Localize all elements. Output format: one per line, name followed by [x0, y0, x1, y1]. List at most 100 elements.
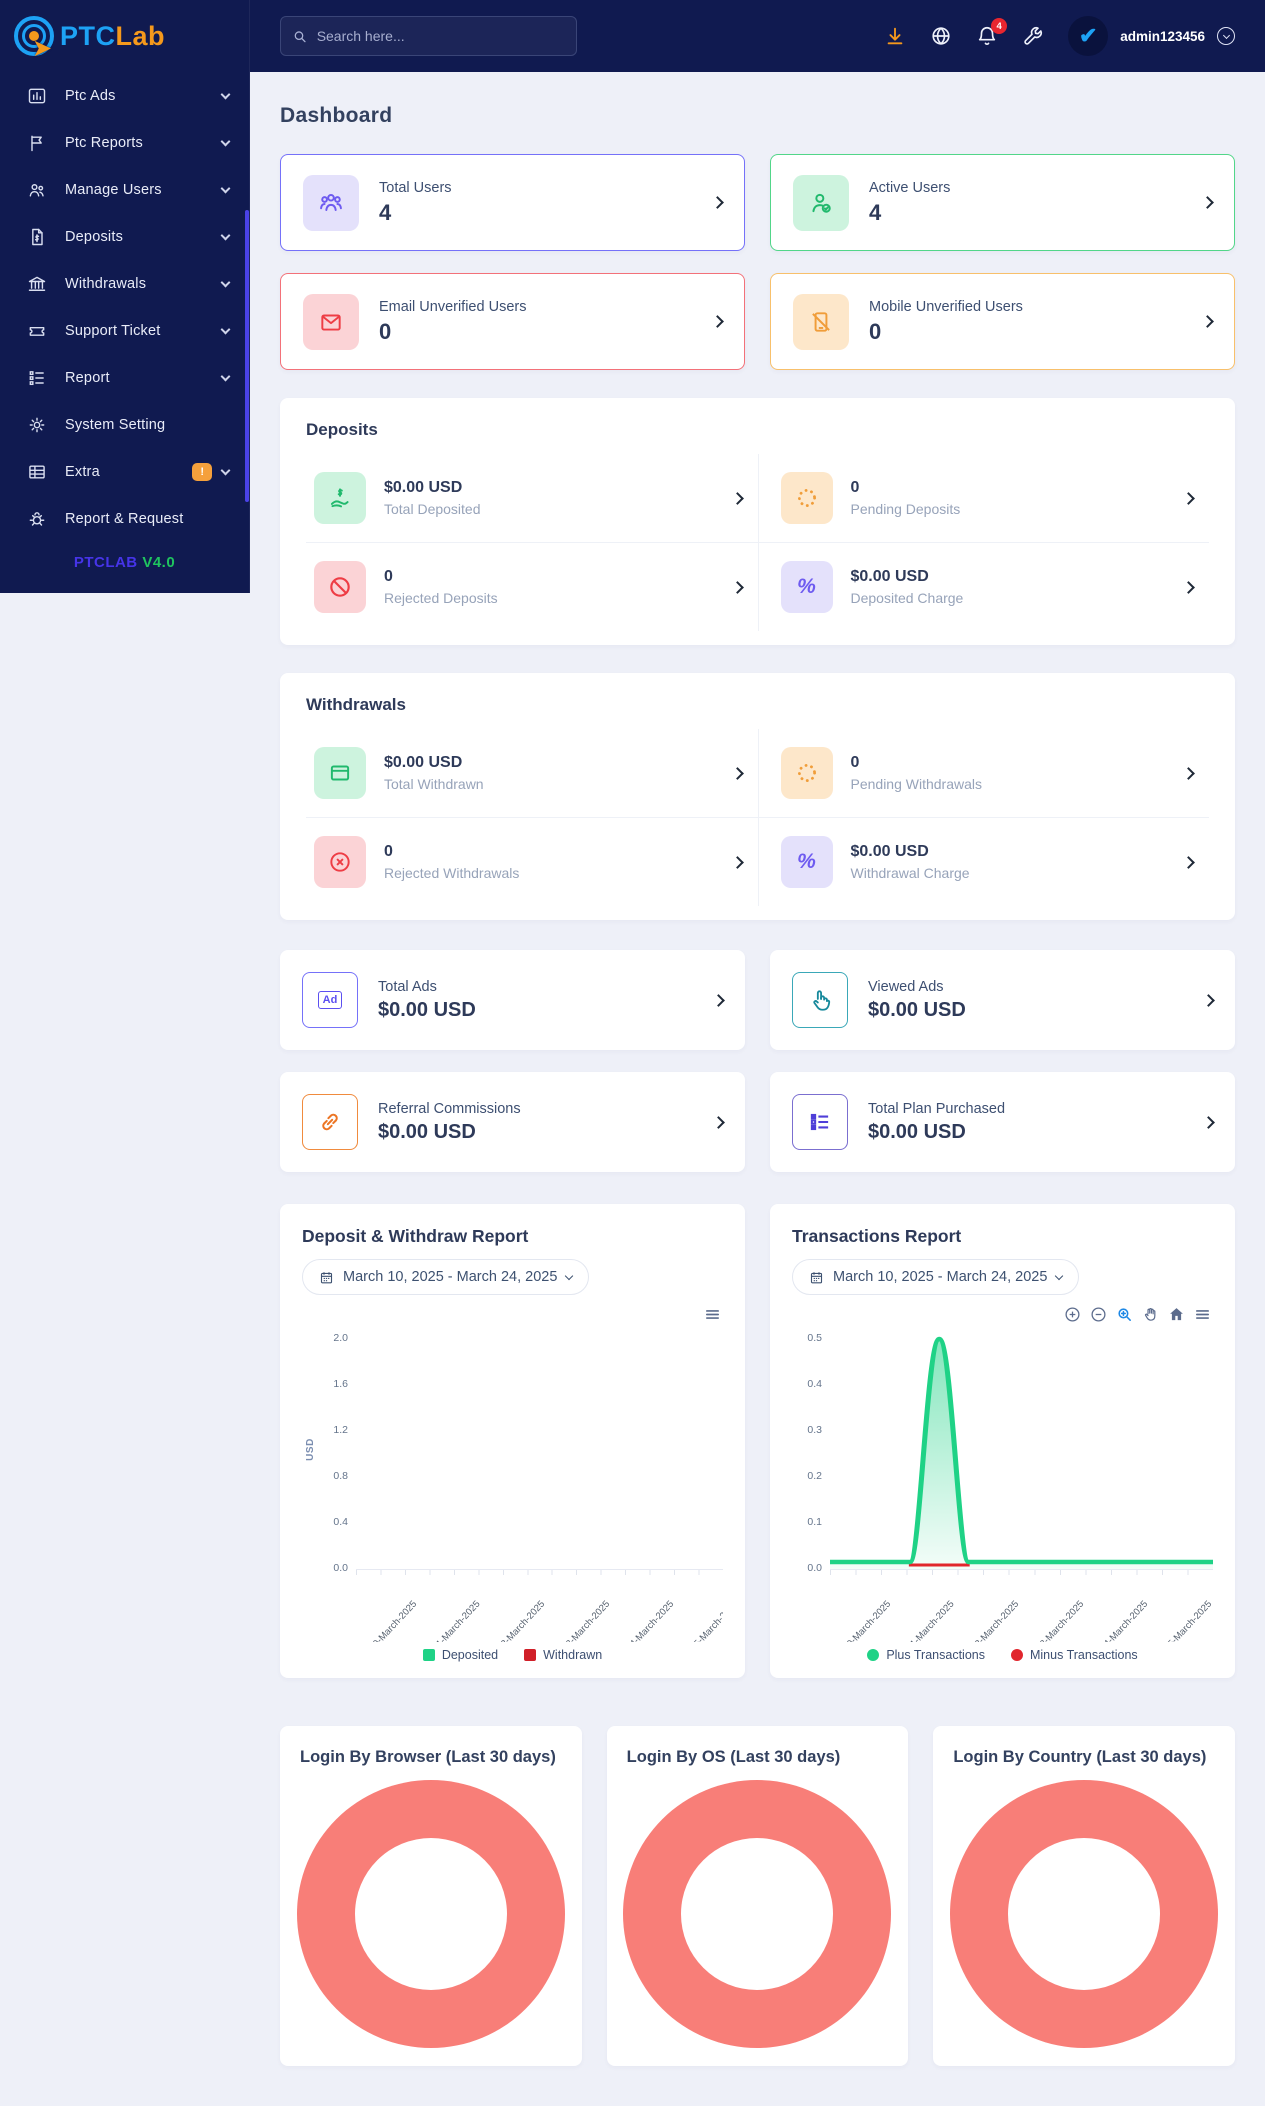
download-icon[interactable]: [884, 25, 906, 47]
chart-plot: 0.5 0.4 0.3 0.2 0.1 0.0: [792, 1329, 1213, 1575]
chevron-down-icon: [1055, 1271, 1064, 1281]
pending-deposits-item[interactable]: 0 Pending Deposits: [757, 454, 1210, 542]
home-reset-icon[interactable]: [1168, 1306, 1185, 1323]
y-tick-label: 0.8: [333, 1470, 348, 1483]
sidebar-item-system-setting[interactable]: System Setting: [0, 401, 249, 448]
sidebar-item-support-ticket[interactable]: Support Ticket: [0, 307, 249, 354]
item-label: Total Withdrawn: [384, 776, 484, 792]
date-range-select[interactable]: March 10, 2025 - March 24, 2025: [302, 1259, 590, 1295]
legend-swatch: [422, 1649, 435, 1661]
date-range-select[interactable]: March 10, 2025 - March 24, 2025: [792, 1259, 1080, 1295]
sidebar-item-label: Withdrawals: [65, 275, 147, 292]
item-label: Total Deposited: [384, 501, 481, 517]
logo-target-icon: ➤: [14, 16, 54, 62]
stat-value: 4: [379, 199, 392, 225]
chevron-right-icon: [1182, 491, 1195, 505]
sidebar-item-ptc-reports[interactable]: Ptc Reports: [0, 119, 249, 166]
sidebar-item-label: Manage Users: [65, 181, 162, 198]
app-logo[interactable]: ➤ PTCLab: [0, 0, 249, 70]
item-value: 0: [384, 843, 393, 860]
pan-hand-icon[interactable]: [1142, 1306, 1159, 1323]
total-withdrawn-item[interactable]: $0.00 USD Total Withdrawn: [306, 729, 758, 817]
search-input[interactable]: [316, 28, 564, 44]
viewed-ads-card[interactable]: Viewed Ads $0.00 USD: [770, 950, 1235, 1050]
calendar-icon: [320, 1271, 333, 1283]
circle-x-icon: [314, 836, 366, 888]
withdrawal-charge-item[interactable]: % $0.00 USD Withdrawal Charge: [757, 817, 1209, 906]
metric-cards-grid: Ad Total Ads $0.00 USD Viewed Ads $0.00 …: [280, 950, 1235, 1172]
item-value: 0: [850, 479, 860, 496]
sidebar-scrollbar[interactable]: [245, 210, 249, 502]
email-unverified-card[interactable]: Email Unverified Users 0: [280, 273, 745, 370]
stat-label: Mobile Unverified Users: [869, 298, 1023, 315]
notifications-bell-icon[interactable]: 4: [976, 18, 1008, 47]
zoom-in-icon[interactable]: [1064, 1306, 1081, 1323]
login-country-donut-chart[interactable]: [950, 1779, 1219, 2048]
envelope-icon: [303, 293, 359, 350]
gear-icon: [29, 417, 45, 432]
pointer-hand-icon: [792, 972, 848, 1028]
username: admin123456: [1120, 28, 1205, 44]
deposits-panel: Deposits $0.00 USD Total Deposited 0 Pen…: [280, 398, 1235, 645]
sidebar-item-extra[interactable]: Extra !: [0, 448, 249, 495]
pending-withdrawals-item[interactable]: 0 Pending Withdrawals: [757, 729, 1210, 817]
total-deposited-item[interactable]: $0.00 USD Total Deposited: [306, 454, 758, 542]
sidebar-item-withdrawals[interactable]: Withdrawals: [0, 260, 249, 307]
search-box[interactable]: [280, 16, 577, 56]
profile-dropdown-icon[interactable]: [1217, 27, 1235, 45]
date-range-value: March 10, 2025 - March 24, 2025: [343, 1269, 558, 1285]
wrench-icon[interactable]: [1022, 25, 1044, 47]
item-value: $0.00 USD: [384, 754, 463, 771]
selection-zoom-icon[interactable]: [1116, 1306, 1133, 1323]
menu-icon[interactable]: [704, 1306, 721, 1323]
sidebar-item-report-request[interactable]: Report & Request: [0, 495, 249, 542]
sidebar-item-label: Support Ticket: [65, 322, 161, 339]
bug-icon: [29, 511, 45, 526]
chart-title: Deposit & Withdraw Report: [302, 1226, 529, 1246]
list-icon: [29, 370, 44, 385]
logo-cursor-icon: ➤: [32, 35, 53, 62]
percent-icon: %: [780, 561, 833, 613]
deposited-charge-item[interactable]: % $0.00 USD Deposited Charge: [757, 542, 1209, 631]
metric-label: Referral Commissions: [378, 1100, 521, 1117]
legend-item[interactable]: Deposited: [422, 1648, 498, 1662]
chevron-down-icon: [565, 1271, 574, 1281]
legend-item[interactable]: Withdrawn: [524, 1648, 602, 1662]
metric-value: $0.00 USD: [868, 998, 966, 1021]
total-plan-purchased-card[interactable]: Total Plan Purchased $0.00 USD: [770, 1072, 1235, 1172]
withdrawals-panel: Withdrawals $0.00 USD Total Withdrawn 0 …: [280, 673, 1235, 920]
rejected-deposits-item[interactable]: 0 Rejected Deposits: [306, 542, 758, 631]
y-tick-label: 0.0: [333, 1562, 348, 1575]
referral-commissions-card[interactable]: Referral Commissions $0.00 USD: [280, 1072, 745, 1172]
legend-swatch: [524, 1649, 537, 1661]
sidebar-item-deposits[interactable]: Deposits: [0, 213, 249, 260]
menu-icon[interactable]: [1194, 1306, 1211, 1323]
plot-area[interactable]: [356, 1329, 723, 1575]
item-label: Pending Withdrawals: [850, 776, 983, 792]
sidebar-item-label: Report: [65, 369, 110, 386]
total-ads-card[interactable]: Ad Total Ads $0.00 USD: [280, 950, 745, 1050]
chart-legend: Deposited Withdrawn: [302, 1648, 723, 1662]
login-browser-donut-chart[interactable]: [296, 1779, 565, 2048]
stat-label: Email Unverified Users: [379, 298, 527, 315]
sidebar-item-report[interactable]: Report: [0, 354, 249, 401]
login-os-donut-chart[interactable]: [623, 1779, 892, 2048]
sidebar-item-manage-users[interactable]: Manage Users: [0, 166, 249, 213]
total-users-card[interactable]: Total Users 4: [280, 154, 745, 251]
flag-icon: [31, 135, 42, 151]
legend-item[interactable]: Plus Transactions: [867, 1648, 985, 1662]
zoom-out-icon[interactable]: [1090, 1306, 1107, 1323]
mobile-unverified-card[interactable]: Mobile Unverified Users 0: [770, 273, 1235, 370]
avatar[interactable]: ✔: [1068, 16, 1109, 56]
sidebar-item-ptc-ads[interactable]: Ptc Ads: [0, 72, 249, 119]
globe-icon[interactable]: [930, 25, 952, 47]
date-range-value: March 10, 2025 - March 24, 2025: [833, 1269, 1048, 1285]
legend-item[interactable]: Minus Transactions: [1010, 1648, 1138, 1662]
chevron-right-icon: [730, 855, 744, 869]
user-stats-grid: Total Users 4 Active Users 4 Email Unver…: [280, 154, 1235, 370]
active-users-card[interactable]: Active Users 4: [770, 154, 1235, 251]
sidebar-item-label: System Setting: [65, 416, 166, 433]
plot-area[interactable]: [830, 1329, 1213, 1575]
rejected-withdrawals-item[interactable]: 0 Rejected Withdrawals: [306, 817, 758, 906]
metric-label: Total Plan Purchased: [868, 1100, 1006, 1117]
